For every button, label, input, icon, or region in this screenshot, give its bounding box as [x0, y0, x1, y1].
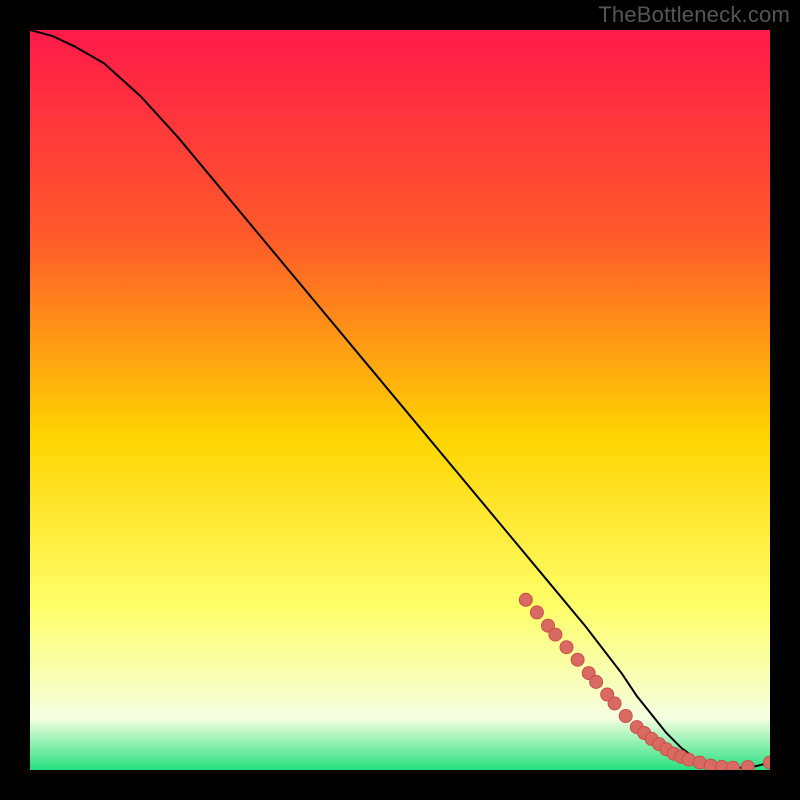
watermark-label: TheBottleneck.com — [598, 2, 790, 28]
plot-area — [30, 30, 770, 770]
curve-marker — [741, 761, 754, 771]
chart-stage: TheBottleneck.com — [0, 0, 800, 800]
curve-marker — [560, 641, 573, 654]
curve-marker — [590, 675, 603, 688]
curve-marker — [549, 628, 562, 641]
plot-svg — [30, 30, 770, 770]
curve-marker — [571, 653, 584, 666]
curve-marker — [519, 593, 532, 606]
curve-marker — [608, 697, 621, 710]
curve-marker — [727, 761, 740, 770]
curve-marker — [619, 710, 632, 723]
curve-marker — [530, 606, 543, 619]
gradient-background — [30, 30, 770, 770]
